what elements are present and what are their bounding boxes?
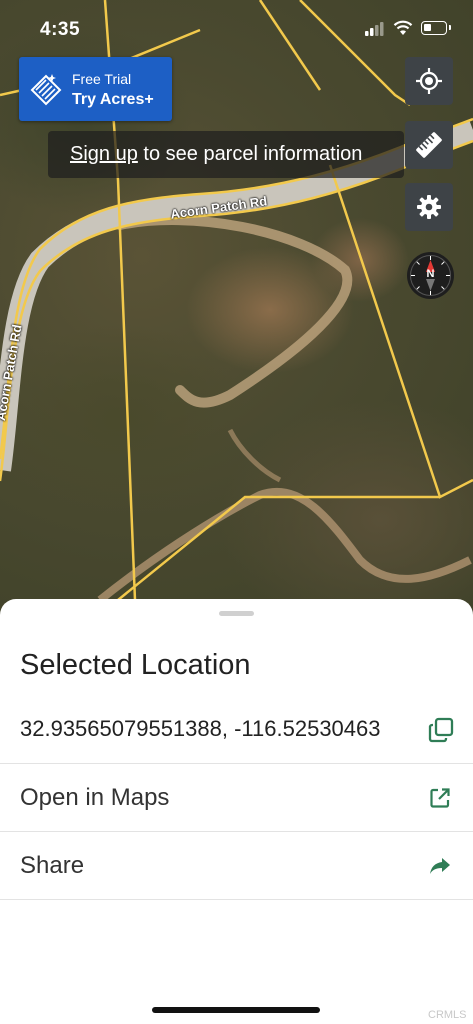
- try-acres-plus-button[interactable]: Free Trial Try Acres+: [19, 57, 172, 121]
- share-label: Share: [20, 852, 85, 879]
- cellular-signal-icon: [365, 22, 384, 36]
- share-row[interactable]: Share: [0, 831, 473, 900]
- share-arrow-icon: [430, 858, 450, 874]
- home-indicator[interactable]: [152, 1007, 320, 1013]
- promo-subtitle: Free Trial: [72, 71, 132, 87]
- signup-banner-text: to see parcel information: [137, 143, 363, 165]
- sheet-drag-handle[interactable]: [219, 611, 254, 616]
- external-link-icon: [430, 788, 450, 808]
- map-settings-button[interactable]: [405, 183, 453, 231]
- sheet-title: Selected Location: [20, 649, 251, 681]
- copy-icon[interactable]: [427, 716, 455, 744]
- ruler-icon: [416, 132, 442, 158]
- battery-icon: [421, 21, 451, 35]
- wifi-icon: [393, 20, 413, 35]
- signup-banner: Sign up to see parcel information: [48, 131, 404, 178]
- open-in-maps-label: Open in Maps: [20, 784, 170, 811]
- open-in-maps-row[interactable]: Open in Maps: [0, 763, 473, 832]
- status-time: 4:35: [40, 19, 81, 40]
- compass-button[interactable]: N: [407, 252, 454, 299]
- locate-icon: [416, 68, 442, 94]
- sign-up-link[interactable]: Sign up: [70, 143, 138, 165]
- coordinates-text: 32.93565079551388, -116.52530463: [20, 716, 381, 741]
- compass-north-label: N: [426, 268, 435, 280]
- measure-button[interactable]: [405, 121, 453, 169]
- location-bottom-sheet: Selected Location 32.93565079551388, -11…: [0, 599, 473, 1024]
- parcel-layers-icon: [30, 74, 62, 106]
- listing-watermark: CRMLS: [428, 1009, 467, 1021]
- gear-icon: [417, 195, 441, 219]
- status-bar: 4:35: [0, 0, 473, 58]
- promo-title: Try Acres+: [72, 91, 154, 108]
- divider: [0, 899, 473, 900]
- locate-me-button[interactable]: [405, 57, 453, 105]
